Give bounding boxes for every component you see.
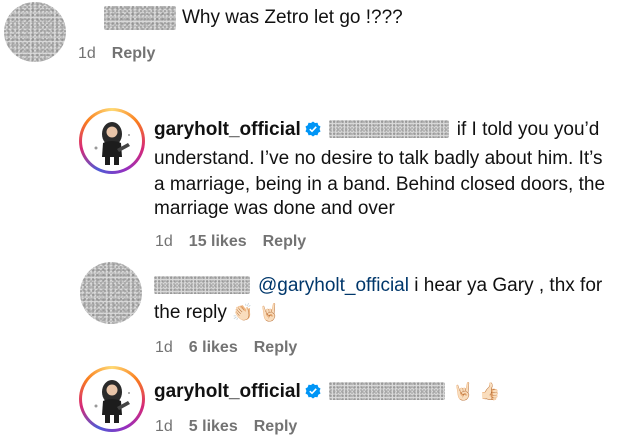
- mention-link[interactable]: @garyholt_official: [258, 275, 409, 296]
- comment-time: 1d: [78, 45, 96, 62]
- reply-button[interactable]: Reply: [112, 45, 156, 62]
- comment-time: 1d: [155, 233, 173, 250]
- avatar-blurred[interactable]: [80, 262, 142, 324]
- comment-meta: 1d Reply: [78, 45, 171, 63]
- comment-line: the reply 👏🏻 🤘🏻: [154, 299, 280, 327]
- comment-text: marriage was done and over: [154, 198, 395, 219]
- comment-text: a marriage, being in a band. Behind clos…: [154, 174, 606, 195]
- username[interactable]: garyholt_official: [154, 381, 301, 402]
- username[interactable]: garyholt_official: [154, 119, 301, 140]
- comment-text: Why was Zetro let go !???: [182, 7, 403, 28]
- comment-line: @garyholt_official i hear ya Gary , thx …: [154, 272, 602, 299]
- avatar-blurred[interactable]: [4, 2, 66, 62]
- comment-time: 1d: [155, 339, 173, 356]
- comment-text: the reply: [154, 302, 227, 323]
- mention-blurred[interactable]: [328, 382, 445, 400]
- likes-count[interactable]: 5 likes: [189, 418, 238, 435]
- verified-badge-icon: [305, 121, 321, 137]
- likes-count[interactable]: 6 likes: [189, 339, 238, 356]
- verified-badge-icon: [305, 383, 321, 399]
- username-blurred[interactable]: [104, 6, 176, 30]
- comment-line: garyholt_official if I told you you’d: [154, 116, 599, 143]
- emoji: 🤘🏻 👍🏻: [452, 382, 501, 402]
- reply-button[interactable]: Reply: [263, 233, 307, 250]
- guitarist-avatar-icon: [84, 113, 140, 169]
- username-blurred[interactable]: [154, 276, 250, 294]
- mention-blurred[interactable]: [328, 120, 449, 138]
- comment-text: i hear ya Gary , thx for: [414, 275, 603, 296]
- reply-button[interactable]: Reply: [254, 339, 298, 356]
- guitarist-avatar-icon: [84, 371, 140, 427]
- emoji: 👏🏻 🤘🏻: [232, 303, 280, 323]
- comment-line: garyholt_official 🤘🏻 👍🏻: [154, 378, 501, 406]
- avatar[interactable]: [79, 108, 145, 174]
- comment-meta: 1d 15 likes Reply: [155, 233, 322, 251]
- comment-time: 1d: [155, 418, 173, 435]
- comment-text: understand. I’ve no desire to talk badly…: [154, 148, 603, 169]
- likes-count[interactable]: 15 likes: [189, 233, 247, 250]
- comment-text: if I told you you’d: [456, 119, 600, 140]
- comment-meta: 1d 6 likes Reply: [155, 339, 313, 357]
- avatar[interactable]: [79, 366, 145, 432]
- reply-button[interactable]: Reply: [254, 418, 298, 435]
- comment-meta: 1d 5 likes Reply: [155, 418, 313, 436]
